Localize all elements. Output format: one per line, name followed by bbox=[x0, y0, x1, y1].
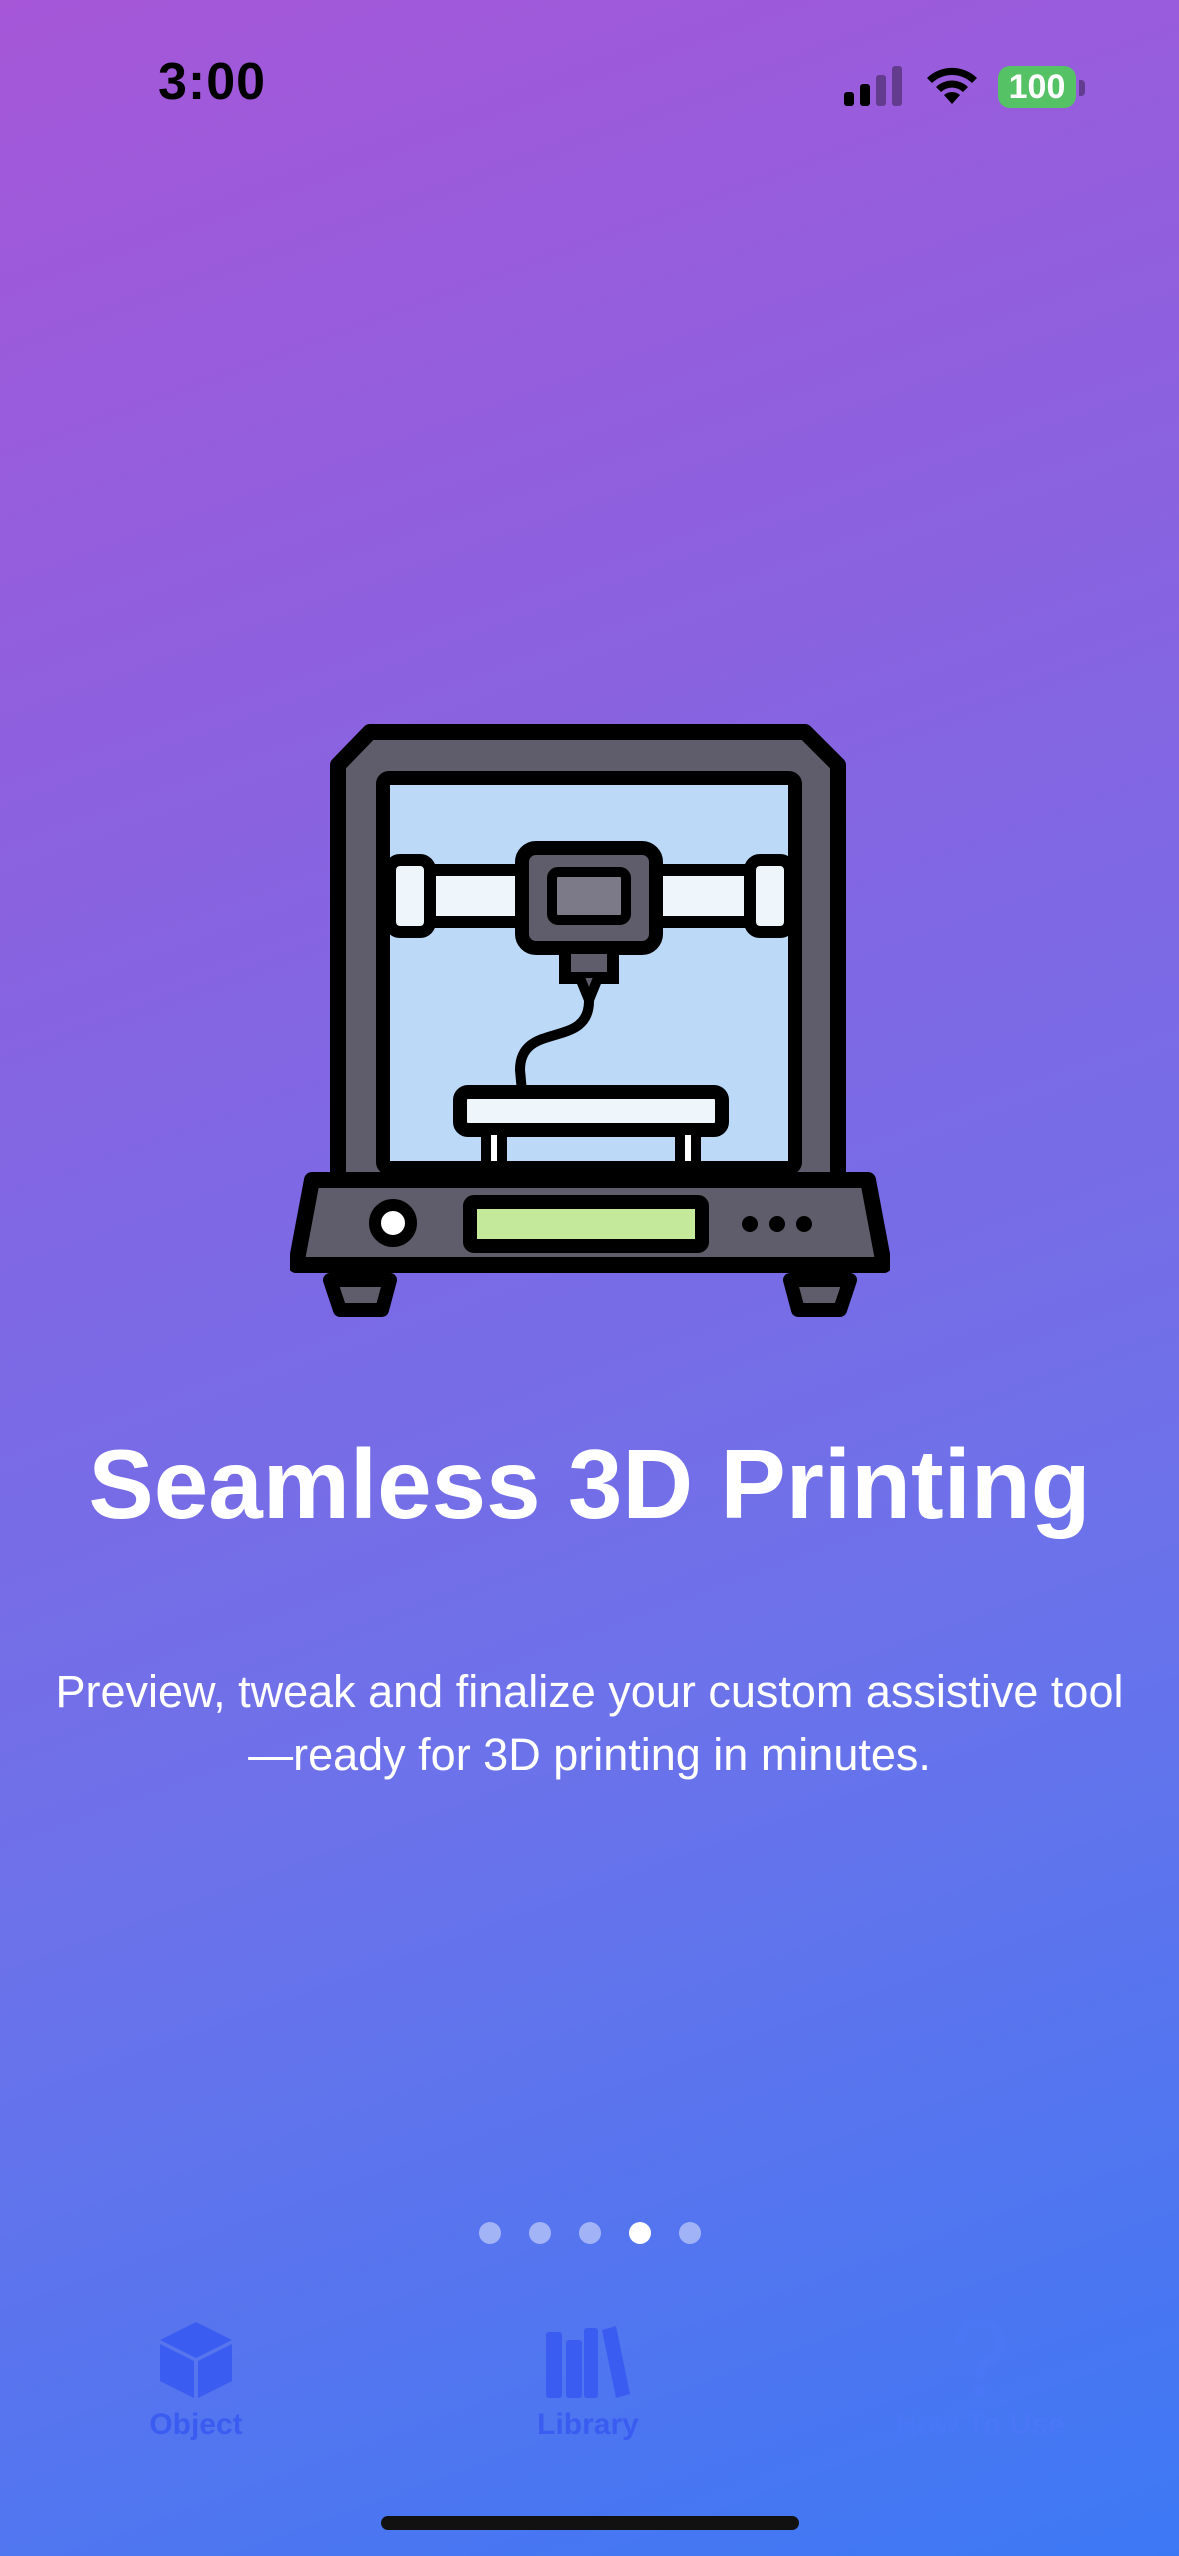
onboarding-subtitle: Preview, tweak and finalize your custom … bbox=[55, 1666, 1124, 1780]
battery-level: 100 bbox=[1008, 67, 1066, 106]
page-indicator[interactable] bbox=[0, 2222, 1179, 2244]
onboarding-title: Seamless 3D Printing bbox=[88, 1429, 1091, 1539]
tab-library[interactable]: Library bbox=[468, 2320, 708, 2442]
page-dot-4[interactable] bbox=[628, 2222, 651, 2244]
books-icon bbox=[546, 2326, 630, 2398]
3d-printer-icon bbox=[290, 724, 890, 1317]
battery-icon: 100 bbox=[998, 66, 1076, 108]
question-mark-icon bbox=[955, 2320, 1005, 2397]
home-indicator[interactable] bbox=[381, 2516, 799, 2530]
page-dot-2[interactable] bbox=[528, 2222, 551, 2244]
wifi-icon bbox=[927, 67, 977, 104]
cube-icon bbox=[160, 2322, 232, 2398]
tab-object[interactable]: Object bbox=[76, 2320, 316, 2442]
signal-icon bbox=[844, 66, 902, 106]
tab-library-label: Library bbox=[537, 2408, 639, 2441]
page-dot-3[interactable] bbox=[578, 2222, 601, 2244]
page-dot-1[interactable] bbox=[478, 2222, 501, 2244]
tab-object-label: Object bbox=[149, 2408, 243, 2441]
tab-how-to-use[interactable]: How To Use bbox=[860, 2320, 1100, 2442]
status-time: 3:00 bbox=[158, 53, 267, 111]
status-bar: 3:00 100 bbox=[0, 0, 1179, 170]
tab-how-to-use-label: How To Use bbox=[895, 2408, 1065, 2441]
page-dot-5[interactable] bbox=[678, 2222, 701, 2244]
tab-bar: Object Library How To Use bbox=[0, 2300, 1179, 2460]
battery-cap bbox=[1079, 80, 1085, 96]
